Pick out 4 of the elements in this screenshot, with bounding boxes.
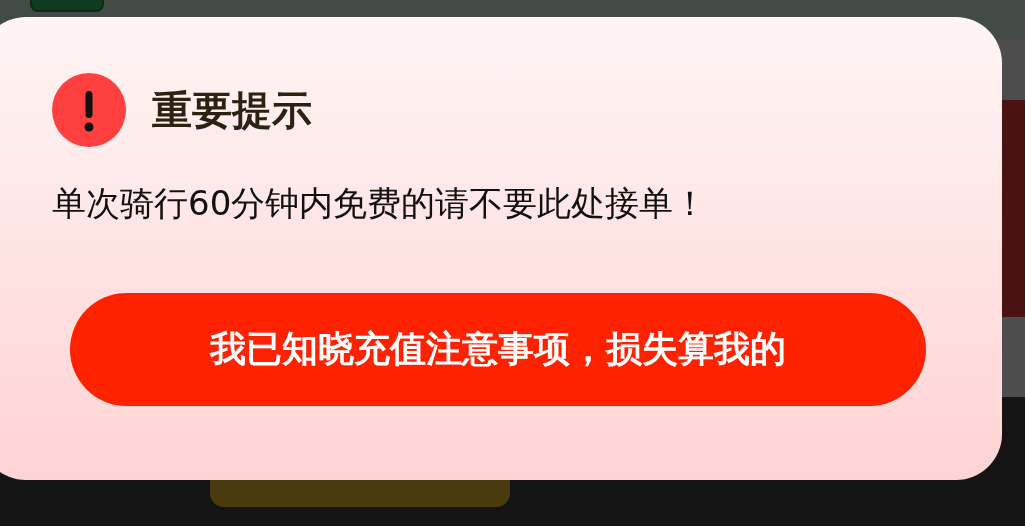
dialog-message: 单次骑行60分钟内免费的请不要此处接单！: [52, 182, 709, 225]
exclamation-icon: [52, 73, 126, 147]
confirm-button[interactable]: 我已知晓充值注意事项，损失算我的: [70, 293, 926, 406]
dialog-title: 重要提示: [152, 85, 312, 135]
